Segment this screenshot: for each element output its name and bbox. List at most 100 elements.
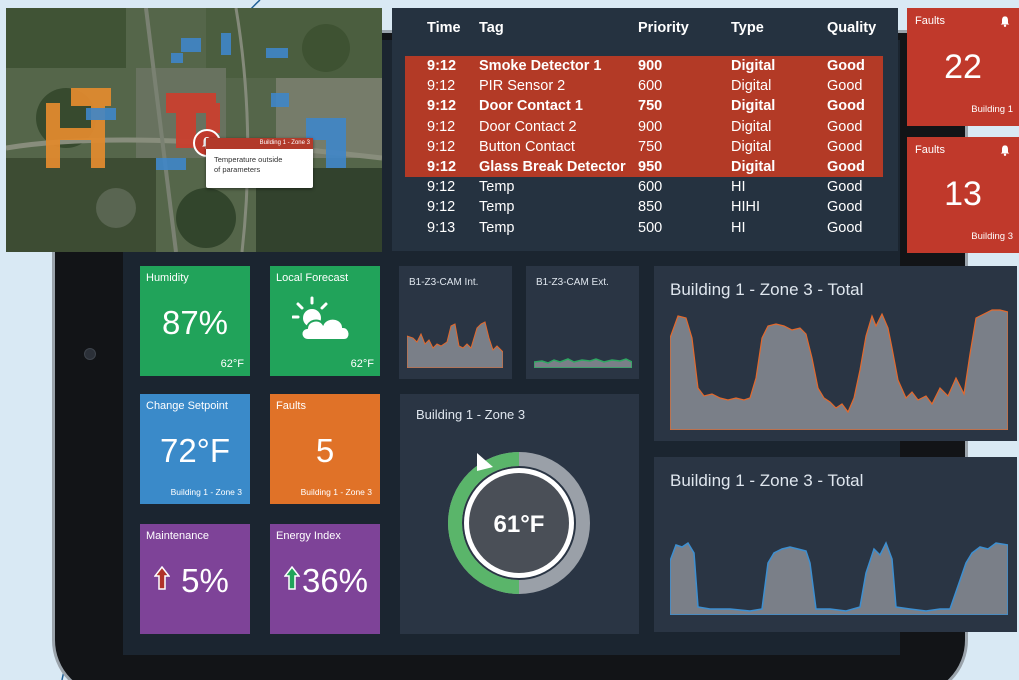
maintenance-tile[interactable]: Maintenance 5% (140, 524, 250, 634)
cell-tag: Temp (479, 179, 515, 196)
setpoint-tile[interactable]: Change Setpoint 72°F Building 1 - Zone 3 (140, 394, 250, 504)
cell-tag: Temp (479, 219, 515, 236)
faults-value: 5 (315, 432, 335, 469)
cell-type: Digital (731, 78, 772, 95)
active-alarm-group: 9:12 Smoke Detector 1 900 Digital Good 9… (405, 56, 883, 178)
cell-type: HIHI (731, 199, 760, 216)
column-header-time[interactable]: Time (427, 20, 461, 36)
cell-type: Digital (731, 138, 772, 155)
cell-type: HI (731, 179, 746, 196)
zone-temperature-panel[interactable]: Building 1 - Zone 3 61°F (400, 394, 639, 634)
tile-footer: 62°F (220, 358, 244, 370)
cell-type: Digital (731, 118, 772, 135)
table-row[interactable]: 9:13 Temp 500 HI Good (405, 218, 883, 238)
camera-title: B1-Z3-CAM Ext. (536, 277, 609, 288)
popup-message-line: of parameters (214, 165, 261, 174)
panel-title: Building 1 - Zone 3 - Total (670, 471, 864, 490)
cell-time: 9:12 (427, 138, 456, 155)
cell-quality: Good (827, 159, 865, 176)
cell-quality: Good (827, 138, 863, 155)
table-row[interactable]: 9:12 Glass Break Detector 950 Digital Go… (405, 156, 883, 178)
fault-count: 22 (944, 48, 982, 86)
faults-tile[interactable]: Faults 5 Building 1 - Zone 3 (270, 394, 380, 504)
cell-quality: Good (827, 58, 865, 75)
cell-time: 9:12 (427, 98, 457, 115)
map-alarm-popup[interactable]: Building 1 - Zone 3 Temperature outside … (206, 138, 313, 188)
table-row[interactable]: 9:12 Temp 850 HIHI Good (405, 197, 883, 217)
camera-panel-internal[interactable]: B1-Z3-CAM Int. (399, 266, 512, 379)
cell-tag: Temp (479, 199, 515, 216)
table-header: Time Tag Priority Type Quality (405, 8, 883, 48)
table-row[interactable]: 9:12 Temp 600 HI Good (405, 177, 883, 197)
trend-area-chart (670, 309, 1008, 430)
tile-title: Change Setpoint (146, 400, 228, 412)
fault-tile-label: Faults (915, 144, 945, 156)
fault-building: Building 3 (971, 231, 1013, 242)
table-row[interactable]: 9:12 Smoke Detector 1 900 Digital Good (405, 56, 883, 77)
cell-time: 9:12 (427, 179, 456, 196)
table-row[interactable]: 9:12 Button Contact 750 Digital Good (405, 136, 883, 157)
trend-area-chart (670, 541, 1008, 615)
cell-quality: Good (827, 118, 863, 135)
humidity-tile[interactable]: Humidity 87% 62°F (140, 266, 250, 376)
forecast-tile[interactable]: Local Forecast 62°F (270, 266, 380, 376)
maintenance-value: 5% (181, 562, 229, 599)
energy-index-value: 36% (301, 562, 369, 599)
cell-quality: Good (827, 219, 863, 236)
fault-count: 13 (944, 175, 982, 213)
trend-panel-2[interactable]: Building 1 - Zone 3 - Total (654, 457, 1017, 632)
bell-icon (1000, 145, 1010, 156)
gauge-temperature-value: 61°F (494, 511, 545, 538)
temperature-gauge[interactable]: 61°F (447, 451, 591, 595)
popup-header: Building 1 - Zone 3 (206, 138, 313, 149)
energy-index-tile[interactable]: Energy Index 36% (270, 524, 380, 634)
tile-footer: Building 1 - Zone 3 (170, 487, 242, 497)
panel-title: Building 1 - Zone 3 - Total (670, 280, 864, 299)
cell-time: 9:13 (427, 219, 456, 236)
column-header-type[interactable]: Type (731, 20, 764, 36)
cell-time: 9:12 (427, 78, 456, 95)
table-row[interactable]: 9:12 Door Contact 1 750 Digital Good (405, 96, 883, 117)
cell-tag: Glass Break Detector (479, 159, 626, 176)
cell-type: Digital (731, 98, 776, 115)
cell-priority: 500 (638, 219, 663, 236)
humidity-value: 87% (161, 304, 229, 341)
tablet-camera (84, 348, 96, 360)
cell-priority: 600 (638, 179, 663, 196)
cell-priority: 600 (638, 78, 663, 95)
table-row[interactable]: 9:12 Door Contact 2 900 Digital Good (405, 116, 883, 137)
table-row[interactable]: 9:12 PIR Sensor 2 600 Digital Good (405, 76, 883, 97)
fault-building: Building 1 (971, 104, 1013, 115)
cell-tag: PIR Sensor 2 (479, 78, 566, 95)
aerial-map-image (6, 8, 382, 252)
cell-tag: Button Contact (479, 138, 575, 155)
column-header-priority[interactable]: Priority (638, 20, 689, 36)
cleared-alarm-group: 9:12 Temp 600 HI Good 9:12 Temp 850 HIHI… (405, 177, 883, 238)
fault-tile-building-1[interactable]: Faults 22 Building 1 (907, 8, 1019, 126)
camera-sparkline (534, 358, 632, 368)
column-header-tag[interactable]: Tag (479, 20, 504, 36)
cell-type: HI (731, 219, 746, 236)
tile-title: Maintenance (146, 530, 209, 542)
tile-footer: 62°F (350, 358, 374, 370)
site-map[interactable]: Building 1 - Zone 3 Temperature outside … (6, 8, 382, 252)
partly-sunny-icon (292, 296, 351, 341)
cell-priority: 750 (638, 98, 663, 115)
cell-quality: Good (827, 98, 865, 115)
cell-type: Digital (731, 58, 776, 75)
cell-quality: Good (827, 179, 863, 196)
setpoint-value: 72°F (159, 432, 231, 469)
cell-priority: 850 (638, 199, 663, 216)
cell-quality: Good (827, 78, 863, 95)
column-header-quality[interactable]: Quality (827, 20, 876, 36)
tile-title: Local Forecast (276, 272, 349, 284)
fault-tile-building-3[interactable]: Faults 13 Building 3 (907, 137, 1019, 253)
trend-panel-1[interactable]: Building 1 - Zone 3 - Total (654, 266, 1017, 441)
alarm-table: Time Tag Priority Type Quality 9:12 Smok… (392, 8, 898, 251)
tile-footer: Building 1 - Zone 3 (300, 487, 372, 497)
tile-title: Energy Index (276, 530, 341, 542)
camera-panel-external[interactable]: B1-Z3-CAM Ext. (526, 266, 639, 379)
cell-priority: 900 (638, 58, 663, 75)
cell-tag: Door Contact 1 (479, 98, 583, 115)
cell-priority: 750 (638, 138, 663, 155)
